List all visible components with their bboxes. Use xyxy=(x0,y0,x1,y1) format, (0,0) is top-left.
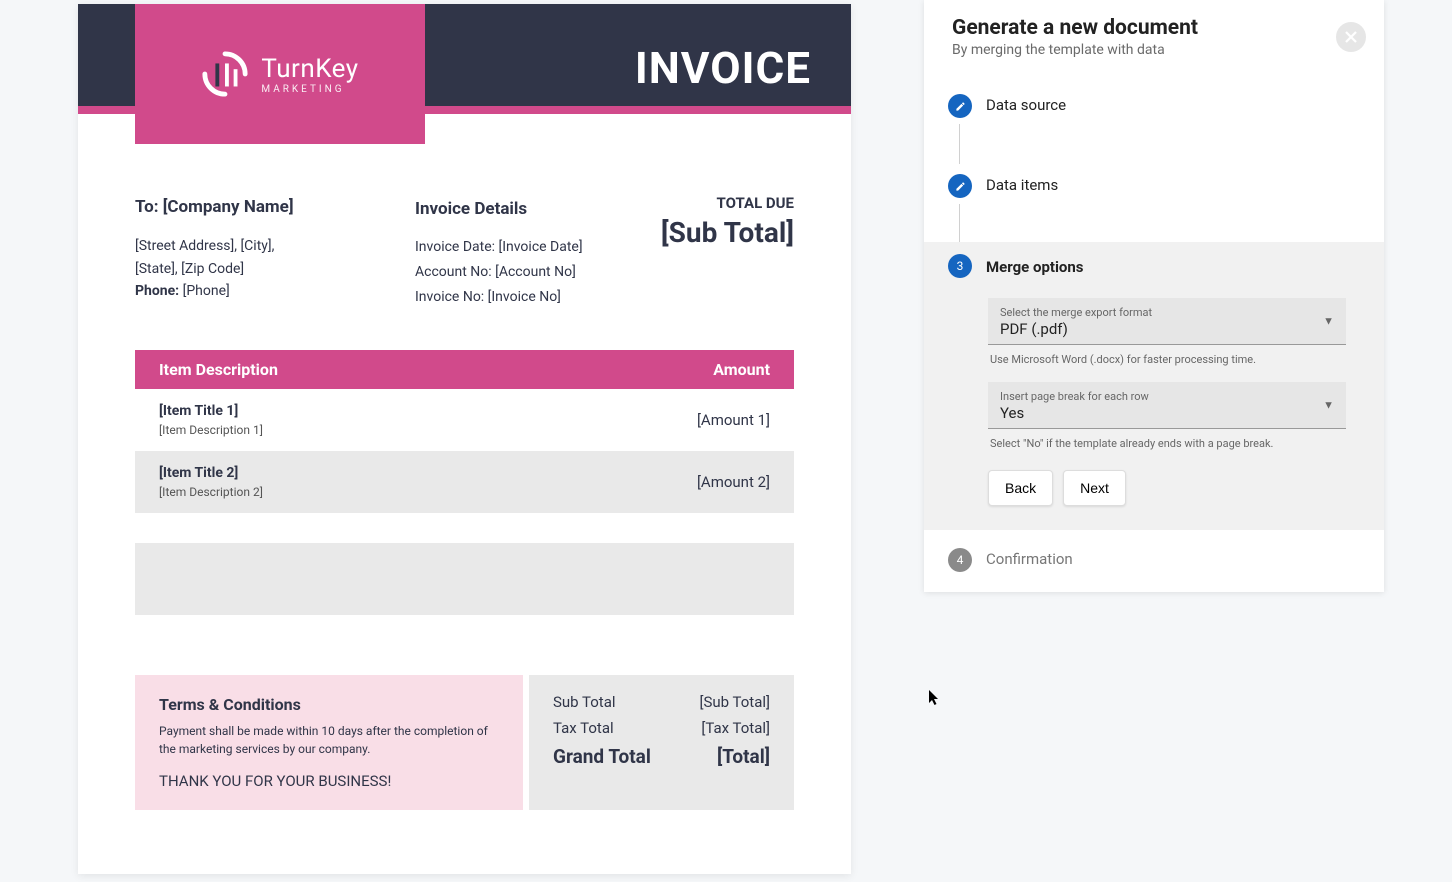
invoice-title: INVOICE xyxy=(635,42,811,94)
phone-value: [Phone] xyxy=(183,283,230,299)
step-done-badge xyxy=(948,174,972,198)
phone-label: Phone: xyxy=(135,283,179,299)
col-description: Item Description xyxy=(135,350,517,389)
select-label: Select the merge export format xyxy=(1000,306,1334,319)
account-no: Account No: [Account No] xyxy=(415,260,631,285)
panel-subtitle: By merging the template with data xyxy=(952,42,1356,58)
terms-block: Terms & Conditions Payment shall be made… xyxy=(135,675,523,810)
totals-block: Sub Total [Sub Total] Tax Total [Tax Total… xyxy=(529,675,794,810)
item-desc: [Item Description 1] xyxy=(159,423,493,437)
step-inactive-badge: 4 xyxy=(948,548,972,572)
invoice-details-block: Invoice Details Invoice Date: [Invoice D… xyxy=(415,194,631,310)
step-confirmation: 4 Confirmation xyxy=(924,530,1384,592)
panel-title: Generate a new document xyxy=(952,16,1356,40)
item-desc: [Item Description 2] xyxy=(159,485,493,499)
next-button[interactable]: Next xyxy=(1063,470,1126,506)
step-active-badge: 3 xyxy=(948,254,972,278)
turnkey-logo-icon xyxy=(201,50,249,98)
step-label: Data items xyxy=(986,174,1058,194)
invoice-header: TurnKey Marketing INVOICE xyxy=(78,4,851,144)
export-format-select[interactable]: Select the merge export format PDF (.pdf… xyxy=(988,298,1346,345)
page-break-help: Select "No" if the template already ends… xyxy=(988,431,1346,466)
document-preview: TurnKey Marketing INVOICE To: [Company N… xyxy=(78,4,851,874)
step-merge-options: 3 Merge options Select the merge export … xyxy=(924,242,1384,530)
wizard-steps: Data source Data items 3 Merge options S… xyxy=(924,72,1384,592)
pencil-icon xyxy=(955,181,966,192)
terms-body: Payment shall be made within 10 days aft… xyxy=(159,722,499,758)
dropdown-caret-icon: ▼ xyxy=(1323,315,1334,328)
select-label: Insert page break for each row xyxy=(1000,390,1334,403)
item-title: [Item Title 2] xyxy=(159,465,238,481)
dropdown-caret-icon: ▼ xyxy=(1323,399,1334,412)
items-header-row: Item Description Amount xyxy=(135,350,794,389)
logo-tagline: Marketing xyxy=(261,84,358,95)
to-street: [Street Address], [City], xyxy=(135,235,385,257)
step-data-source[interactable]: Data source xyxy=(924,82,1384,162)
step-label: Merge options xyxy=(986,256,1084,276)
select-value: PDF (.pdf) xyxy=(1000,320,1334,338)
total-due-label: TOTAL DUE xyxy=(661,194,794,212)
item-amount: [Amount 1] xyxy=(517,389,794,451)
item-amount: [Amount 2] xyxy=(517,451,794,513)
generate-document-panel: Generate a new document By merging the t… xyxy=(924,0,1384,592)
logo-box: TurnKey Marketing xyxy=(135,4,425,144)
terms-thanks: THANK YOU FOR YOUR BUSINESS! xyxy=(159,772,499,790)
sub-total-value: [Sub Total] xyxy=(700,693,770,711)
select-value: Yes xyxy=(1000,404,1334,422)
pencil-icon xyxy=(955,101,966,112)
to-state: [State], [Zip Code] xyxy=(135,258,385,280)
grand-total-value: [Total] xyxy=(717,745,770,768)
step-connector xyxy=(959,204,960,244)
terms-title: Terms & Conditions xyxy=(159,695,499,714)
item-row: [Item Title 2] [Item Description 2] [Amou… xyxy=(135,451,794,513)
sub-total-label: Sub Total xyxy=(553,693,616,711)
item-row: [Item Title 1] [Item Description 1] [Amou… xyxy=(135,389,794,451)
total-due-block: TOTAL DUE [Sub Total] xyxy=(661,194,794,310)
grand-total-label: Grand Total xyxy=(553,745,651,768)
tax-total-value: [Tax Total] xyxy=(701,719,770,737)
step-done-badge xyxy=(948,94,972,118)
invoice-date: Invoice Date: [Invoice Date] xyxy=(415,235,631,260)
panel-header: Generate a new document By merging the t… xyxy=(924,0,1384,72)
step-label: Confirmation xyxy=(986,548,1073,568)
logo-name: TurnKey xyxy=(261,54,358,84)
step-data-items[interactable]: Data items xyxy=(924,162,1384,242)
to-title: To: [Company Name] xyxy=(135,194,385,221)
invoice-no: Invoice No: [Invoice No] xyxy=(415,285,631,310)
close-icon xyxy=(1345,31,1357,43)
spacer-block xyxy=(135,543,794,615)
step-label: Data source xyxy=(986,94,1066,114)
to-address-block: To: [Company Name] [Street Address], [Ci… xyxy=(135,194,385,310)
tax-total-label: Tax Total xyxy=(553,719,614,737)
back-button[interactable]: Back xyxy=(988,470,1053,506)
step-connector xyxy=(959,124,960,164)
mouse-cursor-icon xyxy=(929,690,941,710)
total-due-value: [Sub Total] xyxy=(661,216,794,249)
item-title: [Item Title 1] xyxy=(159,403,238,419)
items-table: Item Description Amount [Item Title 1][I… xyxy=(135,350,794,513)
page-break-select[interactable]: Insert page break for each row Yes ▼ xyxy=(988,382,1346,429)
invoice-details-title: Invoice Details xyxy=(415,194,631,225)
col-amount: Amount xyxy=(517,350,794,389)
close-button[interactable] xyxy=(1336,22,1366,52)
export-format-help: Use Microsoft Word (.docx) for faster pr… xyxy=(988,347,1346,382)
